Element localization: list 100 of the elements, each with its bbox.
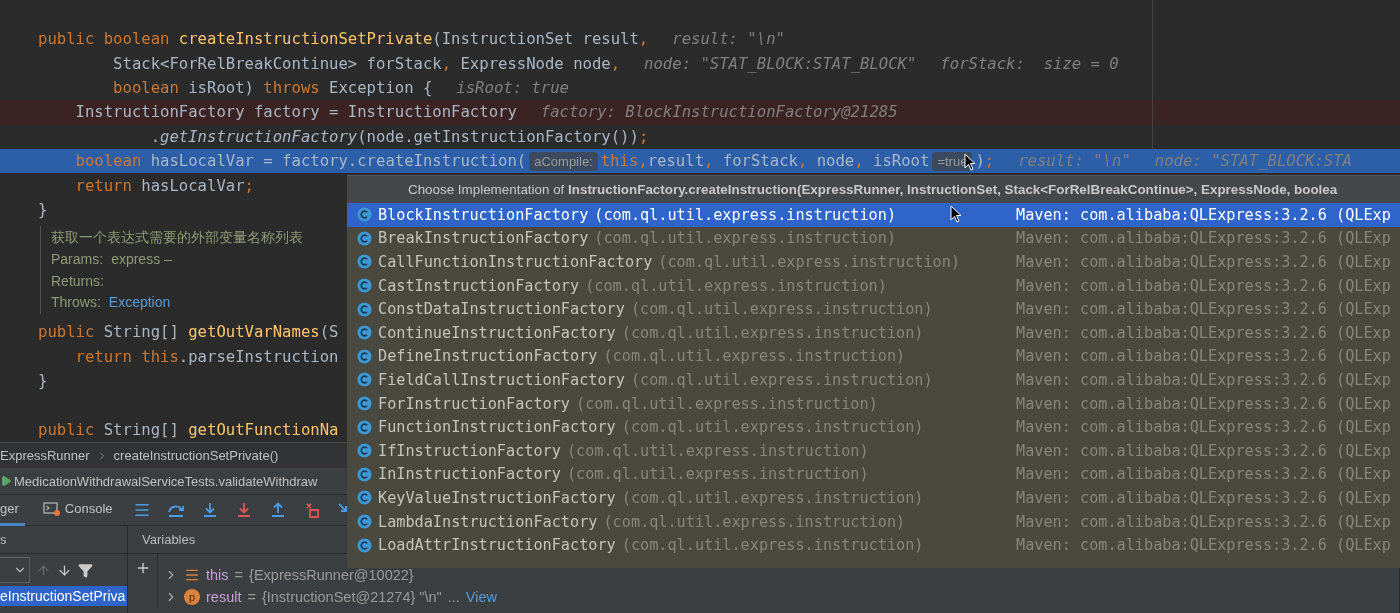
code-token: )	[975, 152, 985, 171]
parameter-icon: p	[184, 589, 200, 605]
breadcrumb-item[interactable]: createInstructionSetPrivate()	[113, 448, 279, 463]
class-name: CallFunctionInstructionFactory	[378, 253, 653, 271]
class-name: KeyValueInstructionFactory	[378, 488, 616, 507]
code-token: String[]	[102, 323, 180, 342]
code-token: this	[600, 152, 639, 171]
class-icon	[357, 537, 372, 553]
stack-frame[interactable]: eInstructionSetPriva	[0, 586, 127, 606]
class-name: FunctionInstructionFactory	[378, 418, 616, 437]
code-token: .	[149, 127, 161, 146]
code-token: getInstructionFactory	[160, 127, 358, 146]
implementation-item[interactable]: KeyValueInstructionFactory (com.ql.util.express.instruction) Maven: com.alibaba:QLExpress:3.2.6 (QLExp	[347, 486, 1400, 510]
implementation-item[interactable]: DefineInstructionFactory (com.ql.util.express.instruction) Maven: com.alibaba:QLExpress:3.2.6 (QLExp	[347, 344, 1400, 369]
code-token: Exception {	[328, 78, 433, 97]
doc-label: Returns:	[51, 272, 104, 289]
code-token: return this	[74, 347, 179, 366]
mouse-pointer-icon	[950, 205, 962, 223]
class-name: BreakInstructionFactory	[378, 229, 589, 248]
code-token: createInstructionSetPrivate	[178, 30, 433, 49]
filter-icon[interactable]	[78, 562, 93, 578]
code-token: throws	[263, 78, 320, 97]
library-name: Maven: com.alibaba:QLExpress:3.2.6 (QLExp	[1016, 465, 1392, 484]
implementation-item[interactable]: LoadAttrInstructionFactory (com.ql.util.express.instruction) Maven: com.alibaba:QLExpress:3.2.6 (QLExp	[347, 533, 1400, 557]
code-token: isRoot)	[187, 78, 255, 97]
class-icon	[357, 278, 372, 294]
package-name: (com.ql.util.express.instruction)	[630, 370, 933, 389]
package-name: (com.ql.util.express.instruction)	[594, 205, 897, 224]
code-token: ;	[244, 176, 254, 195]
ellipsis: ...	[447, 589, 460, 605]
library-name: Maven: com.alibaba:QLExpress:3.2.6 (QLExp	[1016, 370, 1392, 389]
code-token: getOutVarNames	[188, 323, 320, 342]
class-name: ConstDataInstructionFactory	[378, 300, 625, 319]
library-name: Maven: com.alibaba:QLExpress:3.2.6 (QLExp	[1016, 536, 1392, 555]
code-token: ;	[638, 127, 649, 146]
class-icon	[357, 348, 372, 364]
code-token: ;	[984, 152, 995, 171]
code-token: .parseInstruction	[178, 347, 339, 366]
doc-value: express –	[111, 251, 172, 268]
inline-value: result: "\n"	[1018, 152, 1131, 171]
play-icon	[0, 475, 12, 487]
frames-header: s	[0, 526, 127, 554]
inline-value: factory: BlockInstructionFactory@21285	[540, 103, 898, 122]
package-name: (com.ql.util.express.instruction)	[621, 418, 924, 437]
variable-value: {InstructionSet@21274} "\n"	[261, 589, 442, 605]
implementation-item[interactable]: CallFunctionInstructionFactory (com.ql.util.express.instruction) Maven: com.alibaba:QLExpress:3.2.6 (QLExp	[347, 250, 1400, 274]
implementation-item[interactable]: ContinueInstructionFactory (com.ql.util.express.instruction) Maven: com.alibaba:QLExpress:3.2.6 (QLExp	[347, 320, 1400, 345]
class-icon	[357, 254, 372, 270]
class-icon	[357, 301, 372, 317]
view-link[interactable]: View	[465, 589, 497, 605]
class-name: DefineInstructionFactory	[378, 347, 598, 366]
package-name: (com.ql.util.express.instruction)	[621, 488, 924, 507]
doc-label: Throws:	[51, 294, 101, 311]
code-token: ,	[441, 54, 452, 73]
code-token: return	[74, 176, 132, 195]
library-name: Maven: com.alibaba:QLExpress:3.2.6 (QLExp	[1016, 347, 1392, 366]
package-name: (com.ql.util.express.instruction)	[603, 347, 906, 366]
debug-tab[interactable]: ger	[0, 494, 25, 526]
implementation-item[interactable]: FunctionInstructionFactory (com.ql.util.express.instruction) Maven: com.alibaba:QLExpress:3.2.6 (QLExp	[347, 415, 1400, 439]
code-token: ExpressNode node	[459, 54, 611, 73]
equals-sign: =	[247, 589, 256, 605]
library-name: Maven: com.alibaba:QLExpress:3.2.6 (QLExp	[1016, 323, 1392, 342]
variable-name: result	[206, 589, 242, 605]
implementation-item[interactable]: ConstDataInstructionFactory (com.ql.util.express.instruction) Maven: com.alibaba:QLExpress:3.2.6 (QLExp	[347, 297, 1400, 321]
code-token: (InstructionSet result	[432, 30, 639, 49]
implementation-item[interactable]: InInstructionFactory (com.ql.util.express.instruction) Maven: com.alibaba:QLExpress:3.2.6 (QLExp	[347, 462, 1400, 487]
package-name: (com.ql.util.express.instruction)	[566, 465, 869, 484]
code-token: boolean	[112, 78, 179, 97]
breadcrumb-item[interactable]: ExpressRunner	[0, 448, 90, 463]
class-name: ContinueInstructionFactory	[378, 323, 616, 342]
code-token: ,	[704, 152, 714, 171]
inline-value: forStack: size = 0	[940, 54, 1119, 73]
down-arrow-icon[interactable]	[57, 562, 72, 578]
inline-value: node: "STAT_BLOCK:STAT_BLOCK"	[644, 54, 917, 73]
code-token: ,	[610, 54, 621, 73]
library-name: Maven: com.alibaba:QLExpress:3.2.6 (QLExp	[1016, 418, 1392, 437]
doc-label: Params:	[51, 251, 104, 268]
doc-link[interactable]: Exception	[108, 294, 171, 311]
code-token: isRoot	[872, 152, 930, 171]
code-token: ,	[638, 152, 648, 171]
class-name: FieldCallInstructionFactory	[378, 370, 625, 389]
console-icon	[42, 500, 61, 517]
implementation-item[interactable]: BreakInstructionFactory (com.ql.util.express.instruction) Maven: com.alibaba:QLExpress:3.2.6 (QLExp	[347, 226, 1400, 251]
inline-value: isRoot: true	[456, 78, 569, 97]
implementation-item[interactable]: IfInstructionFactory (com.ql.util.express.instruction) Maven: com.alibaba:QLExpress:3.2.6 (QLExp	[347, 438, 1400, 463]
debug-tab[interactable]: Console	[36, 494, 119, 526]
run-tab[interactable]: MedicationWithdrawalServiceTests.validateWithdraw	[14, 473, 318, 489]
library-name: Maven: com.alibaba:QLExpress:3.2.6 (QLExp	[1016, 441, 1392, 460]
class-icon	[357, 466, 372, 482]
implementation-item[interactable]: CastInstructionFactory (com.ql.util.express.instruction) Maven: com.alibaba:QLExpress:3.2.6 (QLExp	[347, 273, 1400, 298]
library-name: Maven: com.alibaba:QLExpress:3.2.6 (QLExp	[1016, 276, 1392, 295]
mouse-pointer-icon	[964, 153, 976, 171]
implementation-item[interactable]: FieldCallInstructionFactory (com.ql.util.express.instruction) Maven: com.alibaba:QLExpress:3.2.6 (QLExp	[347, 368, 1400, 392]
class-icon	[357, 514, 372, 529]
code-token: ,	[797, 152, 808, 171]
implementation-item[interactable]: ForInstructionFactory (com.ql.util.express.instruction) Maven: com.alibaba:QLExpress:3.2.6 (QLExp	[347, 391, 1400, 416]
implementation-item[interactable]: BlockInstructionFactory (com.ql.util.express.instruction) Maven: com.alibaba:QLExpress:3.2.6 (QLExp	[347, 203, 1400, 227]
class-icon	[357, 443, 372, 459]
class-icon	[357, 419, 372, 435]
equals-sign: =	[234, 567, 244, 583]
